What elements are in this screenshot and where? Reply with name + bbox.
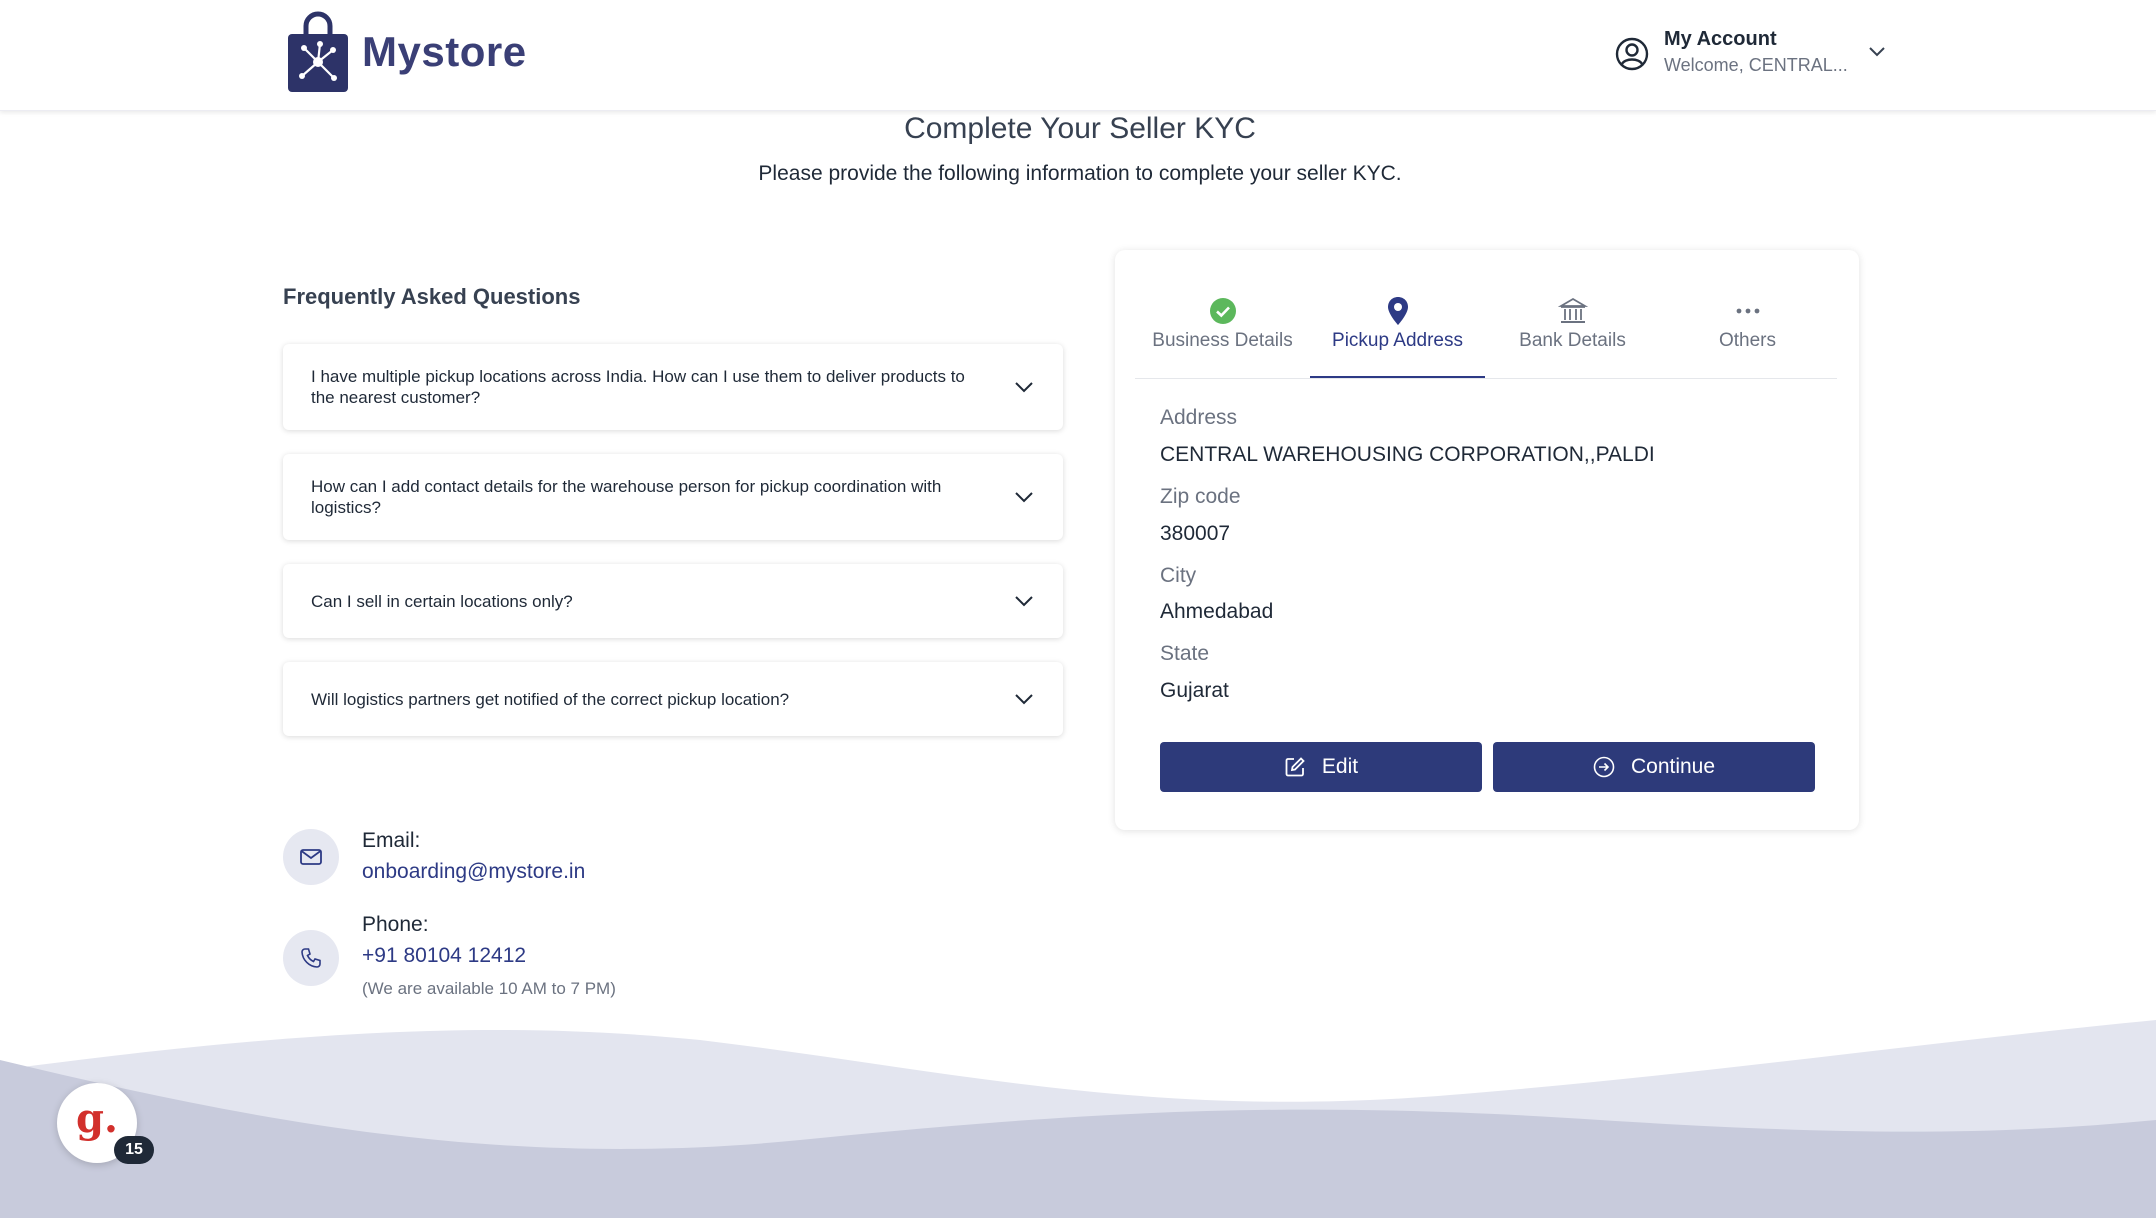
faq-item[interactable]: Will logistics partners get notified of … [283,662,1063,736]
tab-label: Others [1718,330,1777,351]
user-circle-icon [1615,37,1649,71]
chevron-down-icon[interactable] [1866,40,1888,62]
arrow-right-circle-icon [1593,756,1615,778]
page-title: Complete Your Seller KYC [904,112,1256,145]
faq-heading: Frequently Asked Questions [283,284,581,309]
shopping-bag-logo-icon [288,11,348,92]
decorative-waves [0,1020,2156,1218]
brand-name: Mystore [362,28,527,75]
continue-button-label: Continue [1630,755,1716,778]
faq-item[interactable]: How can I add contact details for the wa… [283,454,1063,540]
envelope-icon [300,849,322,865]
tab-pickup-address[interactable]: Pickup Address [1310,268,1485,380]
top-header: Mystore My Account Welcome, CENTRAL... [0,0,2156,111]
edit-button[interactable]: Edit [1160,742,1482,792]
bank-icon [1557,297,1588,323]
page: Mystore My Account Welcome, CENTRAL... C… [0,0,2156,1218]
faq-question: Can I sell in certain locations only? [311,591,573,611]
faq-question: Will logistics partners get notified of … [311,689,790,709]
zip-label: Zip code [1160,485,1241,508]
phone-link[interactable]: +91 80104 12412 [362,944,526,968]
chevron-down-icon[interactable] [1013,376,1035,398]
state-label: State [1160,642,1210,665]
tab-business-details[interactable]: Business Details [1135,268,1310,380]
email-link[interactable]: onboarding@mystore.in [362,860,585,884]
edit-icon [1285,757,1305,777]
chevron-down-icon[interactable] [1013,688,1035,710]
account-menu[interactable]: My Account Welcome, CENTRAL... [1614,26,1888,78]
state-value: Gujarat [1160,679,1229,702]
page-subtitle: Please provide the following information… [758,162,1402,185]
city-value: Ahmedabad [1160,600,1274,623]
email-icon-circle [283,829,339,885]
tab-label: Bank Details [1519,330,1626,351]
faq-question: How can I add contact details for the wa… [311,477,942,517]
city-label: City [1160,564,1197,587]
map-pin-icon [1387,297,1408,325]
faq-item[interactable]: I have multiple pickup locations across … [283,344,1063,430]
tabs-divider [1135,378,1837,379]
availability-note: (We are available 10 AM to 7 PM) [362,979,616,998]
brand-logo[interactable]: Mystore [286,10,527,94]
kyc-card: Business Details Pickup Address Bank Det… [1115,250,1859,830]
more-dots-icon [1736,308,1759,314]
address-label: Address [1160,406,1238,429]
continue-button[interactable]: Continue [1493,742,1815,792]
phone-icon [301,948,321,968]
address-value: CENTRAL WAREHOUSING CORPORATION,,PALDI [1160,443,1655,466]
tab-label: Business Details [1152,330,1293,351]
chevron-down-icon[interactable] [1013,486,1035,508]
account-welcome: Welcome, CENTRAL... [1664,55,1848,75]
tab-others[interactable]: Others [1660,268,1835,380]
chevron-down-icon[interactable] [1013,590,1035,612]
edit-button-label: Edit [1321,755,1359,778]
phone-label: Phone: [362,913,429,936]
tab-label: Pickup Address [1332,330,1463,351]
zip-value: 380007 [1160,522,1231,545]
notification-badge: 15 [114,1136,154,1164]
check-circle-icon [1209,298,1236,324]
phone-icon-circle [283,930,339,986]
faq-item[interactable]: Can I sell in certain locations only? [283,564,1063,638]
tab-bank-details[interactable]: Bank Details [1485,268,1660,380]
widget-logo-icon: g. [76,1094,118,1142]
account-title: My Account [1664,28,1777,50]
account-text: My Account Welcome, CENTRAL... [1664,26,1848,78]
faq-question: I have multiple pickup locations across … [311,367,965,407]
email-label: Email: [362,829,421,852]
